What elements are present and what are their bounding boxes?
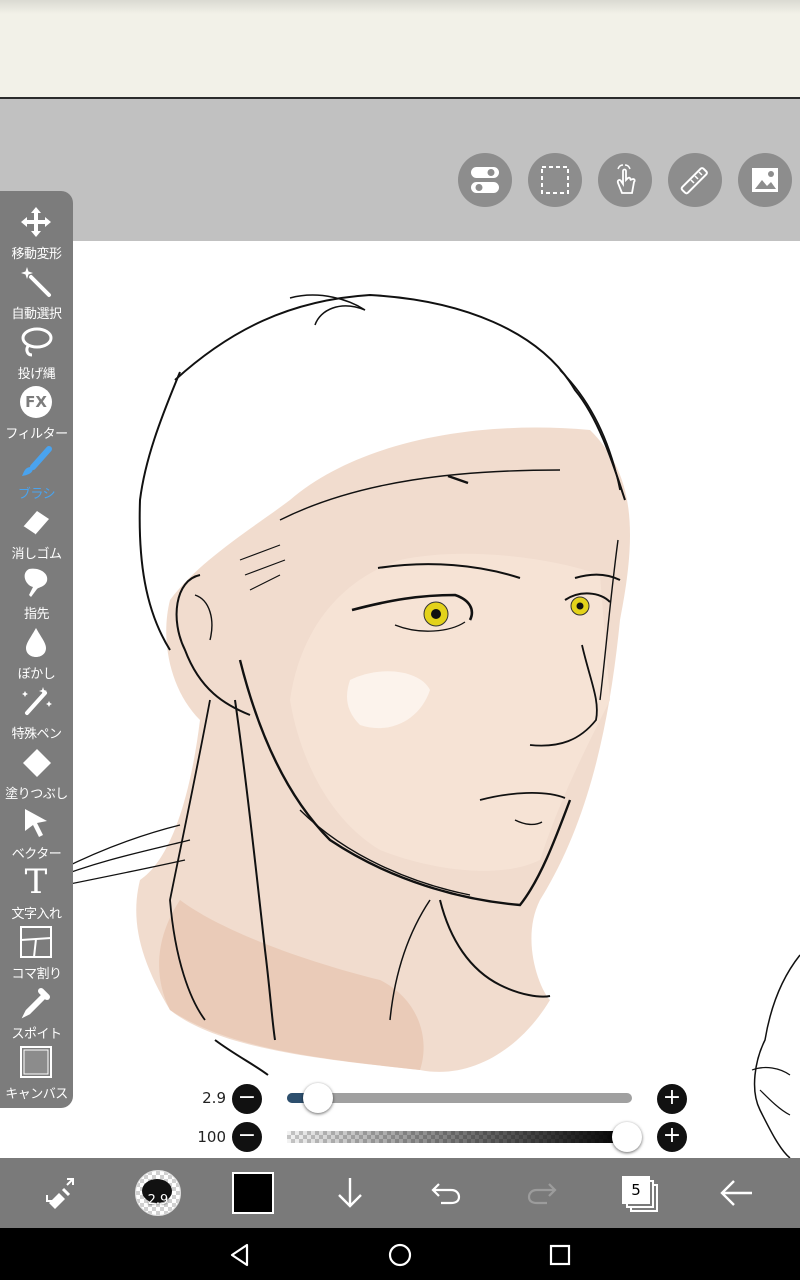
opacity-increase-button[interactable]: + (657, 1122, 687, 1152)
layers-button[interactable]: 5 (611, 1165, 667, 1221)
nav-back-triangle-icon (230, 1243, 249, 1267)
layer-count: 5 (622, 1176, 650, 1204)
swap-pen-eraser-icon (46, 1178, 74, 1209)
selection-button[interactable] (528, 153, 582, 207)
opacity-slider-track[interactable] (287, 1131, 627, 1143)
redo-icon (527, 1183, 557, 1205)
tool-label: 特殊ペン (11, 727, 62, 742)
redo-button[interactable] (514, 1165, 570, 1221)
tool-brush[interactable]: ブラシ (0, 443, 73, 503)
tool-label: 投げ縄 (17, 367, 56, 382)
lasso-icon (21, 327, 53, 357)
tool-blur[interactable]: ぼかし (0, 623, 73, 683)
opacity-slider-knob[interactable] (612, 1122, 642, 1152)
nav-home-button[interactable] (378, 1233, 422, 1277)
toggle-button[interactable] (458, 153, 512, 207)
filter-fx-icon: FX (20, 386, 52, 418)
tool-auto-select[interactable]: 自動選択 (0, 263, 73, 323)
nav-back-button[interactable] (218, 1233, 262, 1277)
color-button[interactable] (225, 1165, 281, 1221)
tool-label: 消しゴム (11, 547, 62, 562)
ruler-button[interactable] (668, 153, 722, 207)
brush-icon (22, 446, 52, 476)
magic-wand-icon (21, 267, 51, 297)
tool-move-transform[interactable]: 移動変形 (0, 203, 73, 263)
swap-tool-button[interactable] (33, 1165, 89, 1221)
undo-button[interactable] (418, 1165, 474, 1221)
tool-label: コマ割り (11, 967, 62, 982)
top-panel (0, 0, 800, 99)
tool-label: ブラシ (17, 487, 56, 502)
brush-size-slider-track[interactable] (287, 1093, 632, 1103)
hand-touch-button[interactable] (598, 153, 652, 207)
frame-divider-icon (20, 926, 52, 958)
tool-filter[interactable]: FX フィルター (0, 383, 73, 443)
tool-vector[interactable]: ベクター (0, 803, 73, 863)
tool-label: ベクター (11, 847, 62, 862)
move-transform-icon (21, 207, 51, 237)
selection-marquee-icon (541, 166, 569, 194)
hand-touch-icon (616, 164, 636, 194)
undo-icon (431, 1183, 461, 1205)
tool-lasso[interactable]: 投げ縄 (0, 323, 73, 383)
arrow-left-icon (720, 1180, 752, 1206)
blur-icon (26, 628, 46, 657)
material-button[interactable] (738, 153, 792, 207)
opacity-decrease-button[interactable]: − (232, 1122, 262, 1152)
tool-special-pen[interactable]: 特殊ペン (0, 683, 73, 743)
eyedropper-icon (21, 988, 50, 1019)
brush-size-decrease-button[interactable]: − (232, 1084, 262, 1114)
tool-palette: 移動変形 自動選択 投げ縄 FX フィルター ブラシ 消しゴム 指先 ぼかし 特… (0, 191, 73, 1108)
special-pen-icon (22, 687, 52, 715)
tool-label: 塗りつぶし (5, 787, 68, 802)
tool-label: 指先 (23, 607, 50, 622)
artwork-sketch (39, 293, 800, 1158)
ruler-icon (680, 167, 708, 195)
tool-canvas[interactable]: キャンバス (0, 1043, 73, 1103)
image-material-icon (752, 168, 778, 192)
arrow-down-icon (338, 1178, 362, 1208)
current-color-swatch (232, 1172, 274, 1214)
brush-size-increase-button[interactable]: + (657, 1084, 687, 1114)
bottom-toolbar (0, 1158, 800, 1228)
tool-frame-divider[interactable]: コマ割り (0, 923, 73, 983)
canvas-icon (20, 1046, 52, 1078)
tool-label: キャンバス (5, 1087, 68, 1102)
tool-label: 自動選択 (11, 307, 62, 322)
drawing-canvas[interactable] (0, 241, 800, 1158)
nav-recents-square-icon (549, 1244, 571, 1266)
tool-label: フィルター (5, 427, 68, 442)
eraser-icon (22, 511, 49, 536)
tool-text[interactable]: T 文字入れ (0, 863, 73, 923)
opacity-value: 100 (197, 1128, 226, 1146)
tool-label: 移動変形 (11, 247, 62, 262)
smudge-icon (24, 568, 48, 597)
text-icon: T (24, 862, 48, 902)
tool-label: スポイト (11, 1027, 62, 1042)
brush-size-preview-button[interactable]: 2.9 (130, 1165, 186, 1221)
fill-bucket-icon (23, 749, 51, 777)
save-down-button[interactable] (322, 1165, 378, 1221)
brush-size-slider-knob[interactable] (303, 1083, 334, 1113)
brush-preview-icon: 2.9 (135, 1170, 181, 1216)
tool-label: ぼかし (17, 667, 56, 682)
tool-smudge[interactable]: 指先 (0, 563, 73, 623)
back-button[interactable] (708, 1165, 764, 1221)
tool-fill[interactable]: 塗りつぶし (0, 743, 73, 803)
brush-preview-size-text: 2.9 (147, 1193, 169, 1208)
vector-cursor-icon (25, 809, 47, 837)
layers-icon: 5 (622, 1176, 658, 1212)
nav-home-circle-icon (388, 1243, 412, 1267)
tool-eraser[interactable]: 消しゴム (0, 503, 73, 563)
nav-recents-button[interactable] (538, 1233, 582, 1277)
tool-label: 文字入れ (11, 907, 62, 922)
tool-eyedropper[interactable]: スポイト (0, 983, 73, 1043)
brush-size-value: 2.9 (202, 1089, 226, 1107)
top-panel-shadow (0, 0, 800, 14)
toggle-icon (471, 167, 499, 193)
